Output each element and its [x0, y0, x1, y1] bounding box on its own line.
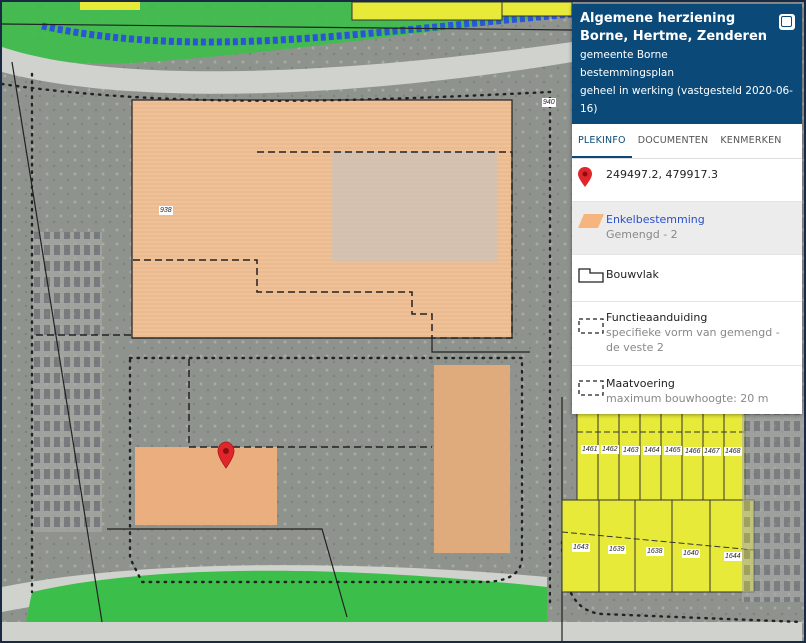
info-panel: Algemene herziening Borne, Hertme, Zende…: [572, 4, 802, 414]
plot-right-overlay: [434, 365, 510, 553]
enkelbestemming-title[interactable]: Enkelbestemming: [606, 212, 705, 227]
plot-lower-left-overlay: [135, 447, 277, 525]
bouwvlak-row: Bouwvlak: [572, 255, 802, 302]
maatvoering-title: Maatvoering: [606, 377, 675, 390]
parcel-label: 1465: [664, 446, 682, 455]
dashed-rect-icon: [578, 310, 606, 338]
enkelbestemming-value: Gemengd - 2: [606, 228, 678, 241]
panel-header: Algemene herziening Borne, Hertme, Zende…: [572, 4, 802, 124]
map-viewer: 940 938 1461 1462 1463 1464 1465 1466 14…: [0, 0, 806, 643]
panel-tabs: PLEKINFO DOCUMENTEN KENMERKEN: [572, 124, 802, 159]
tab-documenten[interactable]: DOCUMENTEN: [632, 124, 715, 158]
plan-type: bestemmingsplan: [580, 67, 675, 79]
parking-right: [742, 402, 804, 602]
coordinates-row: 249497.2, 479917.3: [572, 159, 802, 202]
parcel-label: 1463: [622, 446, 640, 455]
plan-title: Algemene herziening Borne, Hertme, Zende…: [580, 11, 768, 44]
functieaanduiding-row: Functieaanduiding specifieke vorm van ge…: [572, 302, 802, 366]
parking-lot-left: [32, 232, 102, 532]
parcel-label: 1640: [682, 549, 700, 558]
residential-top-3: [501, 2, 573, 17]
tab-kenmerken[interactable]: KENMERKEN: [714, 124, 787, 158]
maatvoering-row: Maatvoering maximum bouwhoogte: 20 m: [572, 366, 802, 414]
road-bottom-edge: [2, 622, 802, 641]
functieaanduiding-value: specifieke vorm van gemengd - de veste 2: [606, 326, 780, 354]
parcel-label: 1467: [703, 447, 721, 456]
parcel-label: 1638: [646, 547, 664, 556]
parcel-label: 1466: [684, 447, 702, 456]
residential-top-2: [351, 2, 503, 21]
residential-top-1: [80, 2, 140, 10]
parcel-label: 1643: [572, 543, 590, 552]
residential-block-lower: [561, 499, 755, 593]
building-plane-icon: [578, 267, 606, 287]
parcel-label: 938: [159, 206, 173, 215]
parcel-label: 1644: [724, 552, 742, 561]
solar-roof: [332, 152, 497, 262]
maatvoering-value: maximum bouwhoogte: 20 m: [606, 392, 769, 405]
map-pin-icon: [578, 167, 606, 191]
parcel-label: 1462: [601, 445, 619, 454]
dashed-rect-icon: [578, 376, 606, 400]
parcel-label: 1461: [581, 445, 599, 454]
tab-plekinfo[interactable]: PLEKINFO: [572, 124, 632, 158]
functieaanduiding-title: Functieaanduiding: [606, 311, 708, 324]
close-icon[interactable]: [778, 13, 796, 31]
bouwvlak-title: Bouwvlak: [606, 268, 659, 281]
hatched-area-icon: [578, 212, 606, 234]
plan-status: geheel in werking (vastgesteld 2020-06-1…: [580, 85, 793, 115]
plan-municipality: gemeente Borne: [580, 49, 668, 61]
parcel-label: 940: [542, 98, 556, 107]
parcel-label: 1639: [608, 545, 626, 554]
enkelbestemming-row[interactable]: Enkelbestemming Gemengd - 2: [572, 202, 802, 255]
parcel-label: 1464: [643, 446, 661, 455]
parcel-label: 1468: [724, 447, 742, 456]
coordinates-link[interactable]: 249497.2, 479917.3: [606, 167, 718, 182]
